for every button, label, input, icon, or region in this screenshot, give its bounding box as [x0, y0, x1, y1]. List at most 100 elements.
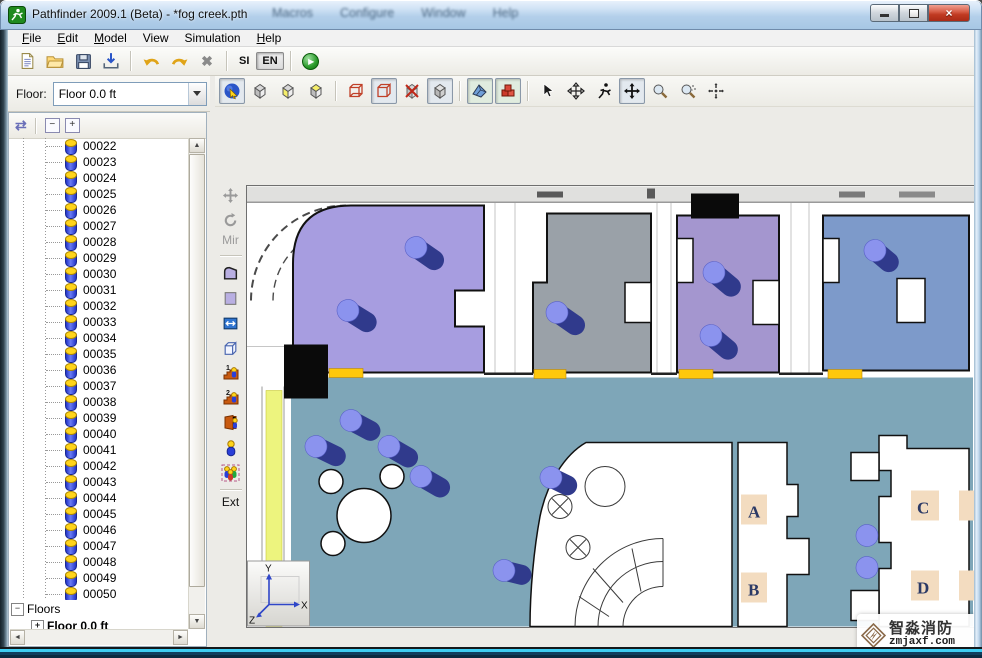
tree-vertical-scrollbar[interactable]: ▲ ▼ — [188, 138, 205, 629]
rectangle-room-tool[interactable] — [218, 286, 244, 310]
tree-connector — [46, 386, 62, 387]
import-button[interactable] — [98, 48, 124, 74]
refresh-filter-icon[interactable]: ⇄ — [15, 117, 27, 134]
tree-item-occupant[interactable]: 00032 — [10, 298, 188, 314]
pan-tool-button[interactable] — [619, 78, 645, 104]
tree-connector — [46, 242, 62, 243]
tree-item-occupant[interactable]: 00030 — [10, 266, 188, 282]
top-view-button[interactable] — [247, 78, 273, 104]
tree-item-occupant[interactable]: 00042 — [10, 458, 188, 474]
title-bar[interactable]: Pathfinder 2009.1 (Beta) - *fog creek.pt… — [0, 0, 982, 31]
add-occupant-two-tool[interactable]: 2 — [218, 386, 244, 410]
zoom-target-button[interactable] — [703, 78, 729, 104]
menu-file[interactable]: File — [14, 31, 49, 45]
redo-button[interactable] — [166, 48, 192, 74]
tree-item-occupant[interactable]: 00033 — [10, 314, 188, 330]
simulate-walk-button[interactable] — [591, 78, 617, 104]
show-solid-button[interactable] — [427, 78, 453, 104]
single-occupant-tool[interactable] — [218, 436, 244, 460]
tree-item-occupant[interactable]: 00041 — [10, 442, 188, 458]
tree-item-occupant[interactable]: 00046 — [10, 522, 188, 538]
menu-model[interactable]: Model — [86, 31, 135, 45]
scrollbar-thumb[interactable] — [189, 154, 205, 587]
tree-item-occupant[interactable]: 00028 — [10, 234, 188, 250]
maximize-button[interactable] — [899, 4, 928, 22]
scroll-left-arrow[interactable]: ◄ — [10, 630, 25, 645]
exit-door-occupant-tool[interactable] — [218, 411, 244, 435]
tree-item-occupant[interactable]: 00035 — [10, 346, 188, 362]
show-objects-button[interactable] — [495, 78, 521, 104]
minimize-button[interactable] — [870, 4, 899, 22]
tree-item-occupant[interactable]: 00050 — [10, 586, 188, 600]
save-button[interactable] — [70, 48, 96, 74]
hide-solid-button[interactable] — [399, 78, 425, 104]
outline-button[interactable] — [371, 78, 397, 104]
tree-item-occupant[interactable]: 00049 — [10, 570, 188, 586]
move-disabled-button[interactable] — [218, 183, 244, 207]
tree-item-occupant[interactable]: 00043 — [10, 474, 188, 490]
polygon-room-tool[interactable] — [218, 261, 244, 285]
perspective-view-button[interactable] — [219, 78, 245, 104]
tree-item-occupant[interactable]: 00036 — [10, 362, 188, 378]
wireframe-button[interactable] — [343, 78, 369, 104]
chevron-down-icon[interactable] — [188, 83, 206, 105]
menu-view[interactable]: View — [135, 31, 177, 45]
tree-item-occupant[interactable]: 00026 — [10, 202, 188, 218]
tree-item-occupant[interactable]: 00044 — [10, 490, 188, 506]
occupant-group-tool[interactable] — [218, 461, 244, 485]
tree-item-occupant[interactable]: 00045 — [10, 506, 188, 522]
scroll-up-arrow[interactable]: ▲ — [189, 138, 205, 153]
show-terrain-button[interactable] — [467, 78, 493, 104]
units-si-button[interactable]: SI — [234, 53, 254, 69]
close-button[interactable]: × — [928, 4, 970, 22]
model-canvas[interactable]: A B C D Y — [246, 185, 976, 628]
run-simulation-button[interactable]: ▶ — [298, 48, 324, 74]
tree-item-occupant[interactable]: 00024 — [10, 170, 188, 186]
solid-cube-icon — [431, 82, 449, 100]
tree-item-occupant[interactable]: 00038 — [10, 394, 188, 410]
undo-button[interactable] — [138, 48, 164, 74]
tree-item-occupant[interactable]: 00037 — [10, 378, 188, 394]
menu-simulation[interactable]: Simulation — [177, 31, 249, 45]
side-view-button[interactable] — [303, 78, 329, 104]
tree-item-occupant[interactable]: 00027 — [10, 218, 188, 234]
expand-all-button[interactable]: + — [65, 118, 80, 133]
tree-horizontal-scrollbar[interactable]: ◄ ► — [10, 629, 188, 645]
select-tool-button[interactable] — [535, 78, 561, 104]
front-view-button[interactable] — [275, 78, 301, 104]
extract-button[interactable]: Ext — [222, 495, 239, 513]
obstruction-block[interactable] — [691, 194, 739, 219]
tree-item-occupant[interactable]: 00034 — [10, 330, 188, 346]
obstruction-block[interactable] — [284, 345, 328, 399]
tree-item-occupant[interactable]: 00047 — [10, 538, 188, 554]
tree-item-occupant[interactable]: 00023 — [10, 154, 188, 170]
door-tool[interactable] — [218, 311, 244, 335]
tree-item-occupant[interactable]: 00029 — [10, 250, 188, 266]
tree-item-occupant[interactable]: 00031 — [10, 282, 188, 298]
tree-item-occupant[interactable]: 00025 — [10, 186, 188, 202]
menu-help[interactable]: Help — [249, 31, 290, 45]
delete-button[interactable]: ✖ — [194, 48, 220, 74]
tree-item-occupant[interactable]: 00048 — [10, 554, 188, 570]
move-objects-button[interactable] — [563, 78, 589, 104]
room-blue[interactable] — [823, 216, 969, 371]
stairs-prism-tool[interactable] — [218, 336, 244, 360]
collapse-all-button[interactable]: − — [45, 118, 60, 133]
tree-item-occupant[interactable]: 00039 — [10, 410, 188, 426]
menu-edit[interactable]: Edit — [49, 31, 86, 45]
tree-item-occupant[interactable]: 00040 — [10, 426, 188, 442]
zoom-tool-button[interactable] — [647, 78, 673, 104]
rotate-disabled-button[interactable] — [218, 208, 244, 232]
floor-select[interactable]: Floor 0.0 ft — [53, 82, 207, 106]
scroll-down-arrow[interactable]: ▼ — [189, 614, 205, 629]
collapse-box-icon[interactable]: − — [11, 603, 24, 616]
open-file-button[interactable] — [42, 48, 68, 74]
scroll-right-arrow[interactable]: ► — [173, 630, 188, 645]
units-en-button[interactable]: EN — [256, 52, 283, 70]
zoom-fit-button[interactable] — [675, 78, 701, 104]
add-occupant-one-tool[interactable]: 1 — [218, 361, 244, 385]
mirror-button[interactable]: Mir — [222, 233, 239, 251]
new-file-button[interactable] — [14, 48, 40, 74]
tree-item-occupant[interactable]: 00022 — [10, 138, 188, 154]
tree-item-floors[interactable]: − Floors — [11, 601, 60, 617]
